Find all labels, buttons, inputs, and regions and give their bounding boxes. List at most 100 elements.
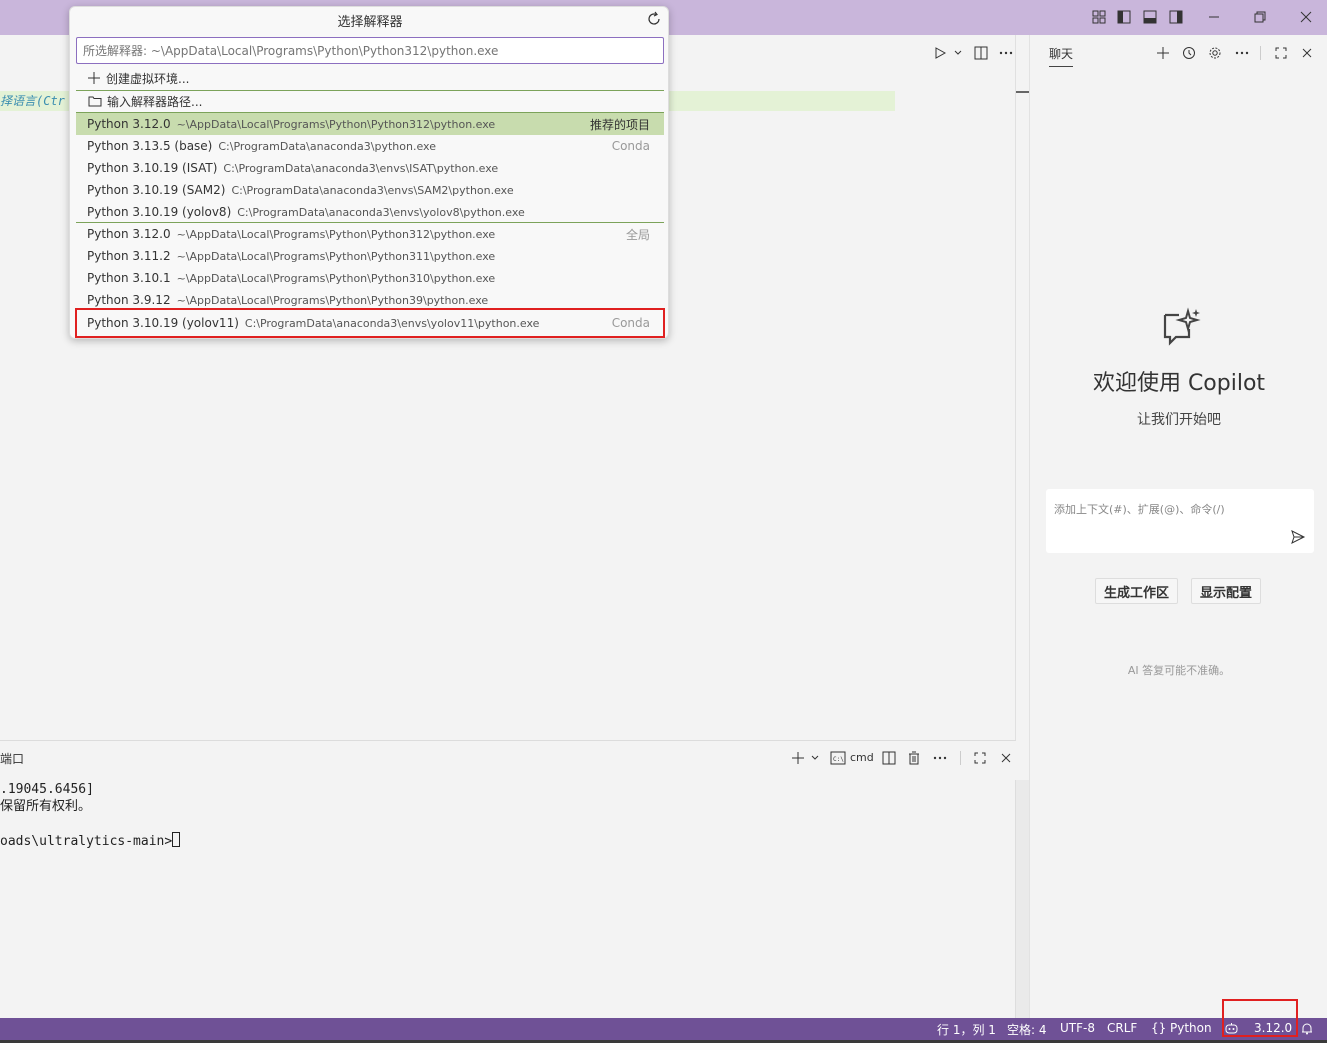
chat-panel: 聊天 欢迎使用 Copilot 让我们开始吧 添加上下文(#)、扩展(@)、命令… bbox=[1029, 35, 1327, 1018]
create-venv-label: 创建虚拟环境... bbox=[106, 71, 190, 86]
select-interpreter-quick-pick: 选择解释器 创建虚拟环境... 输入解释器路径... Python 3.12.0… bbox=[69, 6, 669, 339]
interpreter-label: Python 3.12.0 bbox=[87, 227, 171, 241]
chevron-down-icon[interactable] bbox=[948, 43, 968, 63]
interpreter-tag: 推荐的项目 bbox=[589, 117, 650, 132]
close-panel-icon[interactable] bbox=[996, 748, 1016, 768]
scroll-position-marker bbox=[1016, 91, 1029, 93]
terminal-shell-icon[interactable]: C:\ bbox=[828, 748, 848, 768]
svg-text:C:\: C:\ bbox=[833, 756, 844, 763]
interpreter-label: Python 3.10.19 (SAM2) bbox=[87, 183, 226, 197]
terminal-dropdown-icon[interactable] bbox=[805, 748, 825, 768]
interpreter-item[interactable]: Python 3.10.1 ~\AppData\Local\Programs\P… bbox=[76, 267, 664, 289]
interpreter-label: Python 3.9.12 bbox=[87, 293, 171, 307]
gear-icon[interactable] bbox=[1205, 43, 1225, 63]
enter-interpreter-path-label: 输入解释器路径... bbox=[107, 94, 203, 109]
terminal-scrollbar[interactable] bbox=[1015, 780, 1029, 1018]
split-editor-icon[interactable] bbox=[971, 43, 991, 63]
terminal-cursor bbox=[172, 832, 181, 847]
interpreter-search-input[interactable] bbox=[76, 37, 664, 64]
terminal-line: 保留所有权利。 bbox=[0, 799, 92, 814]
interpreter-label: Python 3.12.0 bbox=[87, 117, 171, 131]
generate-workspace-button[interactable]: 生成工作区 bbox=[1095, 578, 1179, 604]
interpreter-path: ~\AppData\Local\Programs\Python\Python31… bbox=[176, 227, 496, 241]
bell-icon[interactable] bbox=[1301, 1022, 1313, 1038]
interpreter-label: Python 3.10.19 (yolov8) bbox=[87, 205, 232, 219]
split-terminal-icon[interactable] bbox=[879, 748, 899, 768]
terminal-output[interactable]: .19045.6456] 保留所有权利。 oads\ultralytics-main… bbox=[0, 781, 181, 850]
status-bar: 行 1，列 1 空格: 4 UTF-8 CRLF {} Python 3.12.… bbox=[0, 1018, 1327, 1040]
ai-disclaimer: AI 答复可能不准确。 bbox=[1127, 664, 1231, 677]
interpreter-label: Python 3.10.19 (ISAT) bbox=[87, 161, 218, 175]
interpreter-path: ~\AppData\Local\Programs\Python\Python31… bbox=[176, 249, 496, 263]
more-actions-icon[interactable] bbox=[996, 43, 1016, 63]
minimize-icon[interactable] bbox=[1204, 7, 1224, 27]
restore-icon[interactable] bbox=[1250, 7, 1270, 27]
interpreter-item[interactable]: Python 3.11.2 ~\AppData\Local\Programs\P… bbox=[76, 245, 664, 267]
interpreter-label: Python 3.10.1 bbox=[87, 271, 171, 285]
interpreter-label: Python 3.13.5 (base) bbox=[87, 139, 213, 153]
braces-icon: {} bbox=[1151, 1021, 1167, 1035]
interpreter-item[interactable]: Python 3.10.19 (yolov8) C:\ProgramData\a… bbox=[76, 201, 664, 223]
chat-input[interactable]: 添加上下文(#)、扩展(@)、命令(/) bbox=[1046, 489, 1314, 553]
plus-icon bbox=[88, 72, 100, 84]
interpreter-item[interactable]: Python 3.12.0 ~\AppData\Local\Programs\P… bbox=[76, 113, 664, 135]
maximize-chat-icon[interactable] bbox=[1271, 43, 1291, 63]
show-config-button[interactable]: 显示配置 bbox=[1191, 578, 1262, 604]
chat-input-placeholder: 添加上下文(#)、扩展(@)、命令(/) bbox=[1054, 503, 1225, 516]
run-icon[interactable] bbox=[930, 43, 950, 63]
interpreter-tag: 全局 bbox=[625, 227, 650, 242]
status-encoding[interactable]: UTF-8 bbox=[1060, 1021, 1095, 1035]
status-eol[interactable]: CRLF bbox=[1107, 1021, 1137, 1035]
interpreter-path: ~\AppData\Local\Programs\Python\Python39… bbox=[176, 293, 489, 307]
terminal-shell-label[interactable]: cmd bbox=[850, 751, 874, 764]
enter-interpreter-path-item[interactable]: 输入解释器路径... bbox=[76, 90, 664, 112]
annotation-highlight-box bbox=[1222, 999, 1298, 1037]
trash-icon[interactable] bbox=[904, 748, 924, 768]
status-indentation[interactable]: 空格: 4 bbox=[1007, 1021, 1047, 1038]
editor-hint-text: 择语言(Ctr bbox=[0, 94, 65, 108]
interpreter-path: C:\ProgramData\anaconda3\python.exe bbox=[218, 139, 436, 153]
toggle-secondary-sidebar-icon[interactable] bbox=[1166, 7, 1186, 27]
interpreter-path: ~\AppData\Local\Programs\Python\Python31… bbox=[176, 271, 496, 285]
separator bbox=[76, 112, 664, 113]
status-language[interactable]: Python bbox=[1170, 1021, 1212, 1035]
annotation-highlight-box bbox=[75, 308, 665, 338]
toggle-panel-icon[interactable] bbox=[1140, 7, 1160, 27]
new-chat-icon[interactable] bbox=[1153, 43, 1173, 63]
close-chat-icon[interactable] bbox=[1297, 43, 1317, 63]
editor-scrollbar[interactable] bbox=[1015, 35, 1016, 740]
interpreter-item[interactable]: Python 3.12.0 ~\AppData\Local\Programs\P… bbox=[76, 223, 664, 245]
create-venv-item[interactable]: 创建虚拟环境... bbox=[76, 67, 664, 89]
toggle-primary-sidebar-icon[interactable] bbox=[1114, 7, 1134, 27]
refresh-icon[interactable] bbox=[646, 11, 662, 27]
welcome-title: 欢迎使用 Copilot bbox=[1092, 371, 1266, 396]
terminal-panel: 端口 C:\ cmd .19045.6456] 保留所有权利。 oads\ultra… bbox=[0, 740, 1016, 1018]
maximize-panel-icon[interactable] bbox=[970, 748, 990, 768]
more-actions-icon[interactable] bbox=[930, 748, 950, 768]
toolbar-divider bbox=[960, 751, 961, 765]
interpreter-tag: Conda bbox=[611, 139, 650, 153]
terminal-prompt: oads\ultralytics-main> bbox=[0, 834, 173, 849]
interpreter-path: C:\ProgramData\anaconda3\envs\yolov8\pyt… bbox=[237, 205, 525, 219]
terminal-prompt-line: oads\ultralytics-main> bbox=[0, 832, 181, 850]
customize-layout-icon[interactable] bbox=[1089, 7, 1109, 27]
close-window-icon[interactable] bbox=[1296, 7, 1316, 27]
interpreter-path: C:\ProgramData\anaconda3\envs\ISAT\pytho… bbox=[223, 161, 499, 175]
interpreter-path: ~\AppData\Local\Programs\Python\Python31… bbox=[176, 117, 496, 131]
interpreter-item[interactable]: Python 3.10.19 (ISAT) C:\ProgramData\ana… bbox=[76, 157, 664, 179]
welcome-subtitle: 让我们开始吧 bbox=[1137, 412, 1221, 428]
terminal-line: .19045.6456] bbox=[0, 782, 94, 797]
interpreter-path: C:\ProgramData\anaconda3\envs\SAM2\pytho… bbox=[231, 183, 514, 197]
copilot-sparkle-icon bbox=[1161, 307, 1201, 347]
send-icon[interactable] bbox=[1290, 529, 1306, 545]
interpreter-item[interactable]: Python 3.10.19 (SAM2) C:\ProgramData\ana… bbox=[76, 179, 664, 201]
panel-tab-ports[interactable]: 端口 bbox=[0, 750, 24, 767]
interpreter-label: Python 3.11.2 bbox=[87, 249, 171, 263]
quick-pick-title: 选择解释器 bbox=[337, 15, 403, 30]
history-icon[interactable] bbox=[1179, 43, 1199, 63]
status-cursor-position[interactable]: 行 1，列 1 bbox=[937, 1021, 996, 1038]
interpreter-item[interactable]: Python 3.13.5 (base) C:\ProgramData\anac… bbox=[76, 135, 664, 157]
more-actions-icon[interactable] bbox=[1232, 43, 1252, 63]
tab-chat[interactable]: 聊天 bbox=[1049, 45, 1074, 67]
